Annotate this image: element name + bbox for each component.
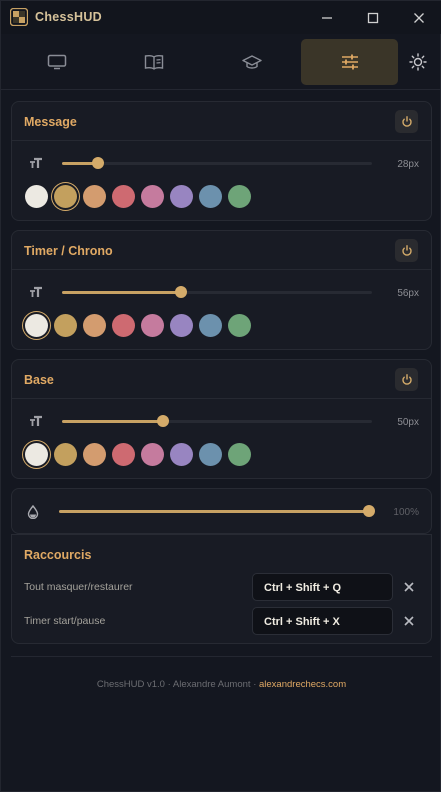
chess-logo-icon [10, 8, 28, 26]
slider-thumb[interactable] [156, 415, 169, 427]
message-card-title: Message [24, 115, 77, 129]
reset-icon [401, 115, 412, 127]
color-swatch[interactable] [170, 443, 193, 466]
tab-book[interactable] [105, 39, 202, 85]
footer-separator: · [167, 679, 171, 690]
color-swatch[interactable] [54, 443, 77, 466]
message-size-slider[interactable] [62, 155, 372, 171]
title-bar: ChessHUD [1, 1, 441, 34]
base-size-value: 50px [397, 417, 419, 428]
graduation-cap-icon [241, 55, 262, 69]
book-icon [144, 55, 163, 70]
color-swatch[interactable] [25, 443, 48, 466]
color-swatch[interactable] [83, 443, 106, 466]
color-swatch[interactable] [25, 314, 48, 337]
color-swatch[interactable] [199, 185, 222, 208]
tab-learn[interactable] [203, 39, 300, 85]
shortcut-clear-button[interactable] [402, 614, 416, 628]
sun-icon [409, 53, 427, 71]
maximize-button[interactable] [350, 1, 396, 34]
slider-thumb[interactable] [363, 505, 375, 517]
footer: ChessHUD v1.0 · Alexandre Aumont · alexa… [1, 679, 441, 690]
close-button[interactable] [396, 1, 441, 34]
footer-separator: · [253, 679, 257, 690]
timer-color-picker [25, 314, 251, 337]
shortcut-label: Tout masquer/restaurer [24, 581, 133, 593]
message-reset-button[interactable] [395, 110, 418, 133]
color-swatch[interactable] [54, 314, 77, 337]
footer-website-link[interactable]: alexandrechecs.com [259, 679, 346, 690]
message-card-header: Message [12, 102, 431, 141]
text-size-icon [30, 286, 42, 297]
shortcut-input-timer[interactable]: Ctrl + Shift + X [252, 607, 393, 635]
reset-icon [401, 244, 412, 256]
timer-size-slider[interactable] [62, 284, 372, 300]
shortcut-input-toggle-all[interactable]: Ctrl + Shift + Q [252, 573, 393, 601]
base-card-header: Base [12, 360, 431, 399]
shortcut-clear-button[interactable] [402, 580, 416, 594]
base-card-title: Base [24, 373, 54, 387]
shortcuts-card: Raccourcis Tout masquer/restaurer Ctrl +… [11, 534, 432, 644]
message-color-picker [25, 185, 251, 208]
color-swatch[interactable] [83, 185, 106, 208]
color-swatch[interactable] [83, 314, 106, 337]
color-swatch[interactable] [170, 314, 193, 337]
slider-thumb[interactable] [91, 157, 104, 169]
tab-bar [1, 34, 441, 90]
droplet-icon [27, 505, 39, 519]
color-swatch[interactable] [112, 185, 135, 208]
close-icon [414, 12, 424, 23]
footer-divider [11, 656, 432, 657]
tab-display[interactable] [8, 39, 105, 85]
message-size-value: 28px [397, 159, 419, 170]
shortcuts-title: Raccourcis [24, 548, 92, 562]
app-window: ChessHUD Message 28px Timer / Chrono 56p… [0, 0, 441, 792]
color-swatch[interactable] [199, 314, 222, 337]
timer-size-value: 56px [397, 288, 419, 299]
color-swatch[interactable] [199, 443, 222, 466]
base-color-picker [25, 443, 251, 466]
color-swatch[interactable] [228, 314, 251, 337]
color-swatch[interactable] [141, 314, 164, 337]
base-card: Base 50px [11, 359, 432, 479]
app-title: ChessHUD [35, 10, 102, 24]
footer-author: Alexandre Aumont [172, 679, 251, 690]
color-swatch[interactable] [141, 185, 164, 208]
minimize-icon [322, 16, 332, 19]
timer-reset-button[interactable] [395, 239, 418, 262]
monitor-icon [47, 54, 66, 70]
opacity-slider[interactable] [59, 503, 375, 519]
base-reset-button[interactable] [395, 368, 418, 391]
close-icon [404, 582, 414, 592]
theme-toggle-button[interactable] [405, 49, 431, 75]
timer-card-header: Timer / Chrono [12, 231, 431, 270]
sliders-icon [341, 54, 358, 70]
maximize-icon [367, 12, 379, 23]
color-swatch[interactable] [112, 443, 135, 466]
timer-card: Timer / Chrono 56px [11, 230, 432, 350]
text-size-icon [30, 157, 42, 168]
color-swatch[interactable] [54, 185, 77, 208]
color-swatch[interactable] [112, 314, 135, 337]
opacity-card: 100% [11, 488, 432, 534]
color-swatch[interactable] [228, 443, 251, 466]
message-card: Message 28px [11, 101, 432, 221]
opacity-value: 100% [393, 507, 419, 518]
shortcut-label: Timer start/pause [24, 615, 106, 627]
color-swatch[interactable] [170, 185, 193, 208]
text-size-icon [30, 415, 42, 426]
base-size-slider[interactable] [62, 413, 372, 429]
color-swatch[interactable] [141, 443, 164, 466]
footer-version: ChessHUD v1.0 [96, 679, 165, 690]
close-icon [404, 616, 414, 626]
slider-thumb[interactable] [175, 286, 188, 298]
color-swatch[interactable] [25, 185, 48, 208]
minimize-button[interactable] [304, 1, 350, 34]
reset-icon [401, 373, 412, 385]
timer-card-title: Timer / Chrono [24, 244, 113, 258]
tab-settings[interactable] [301, 39, 398, 85]
color-swatch[interactable] [228, 185, 251, 208]
